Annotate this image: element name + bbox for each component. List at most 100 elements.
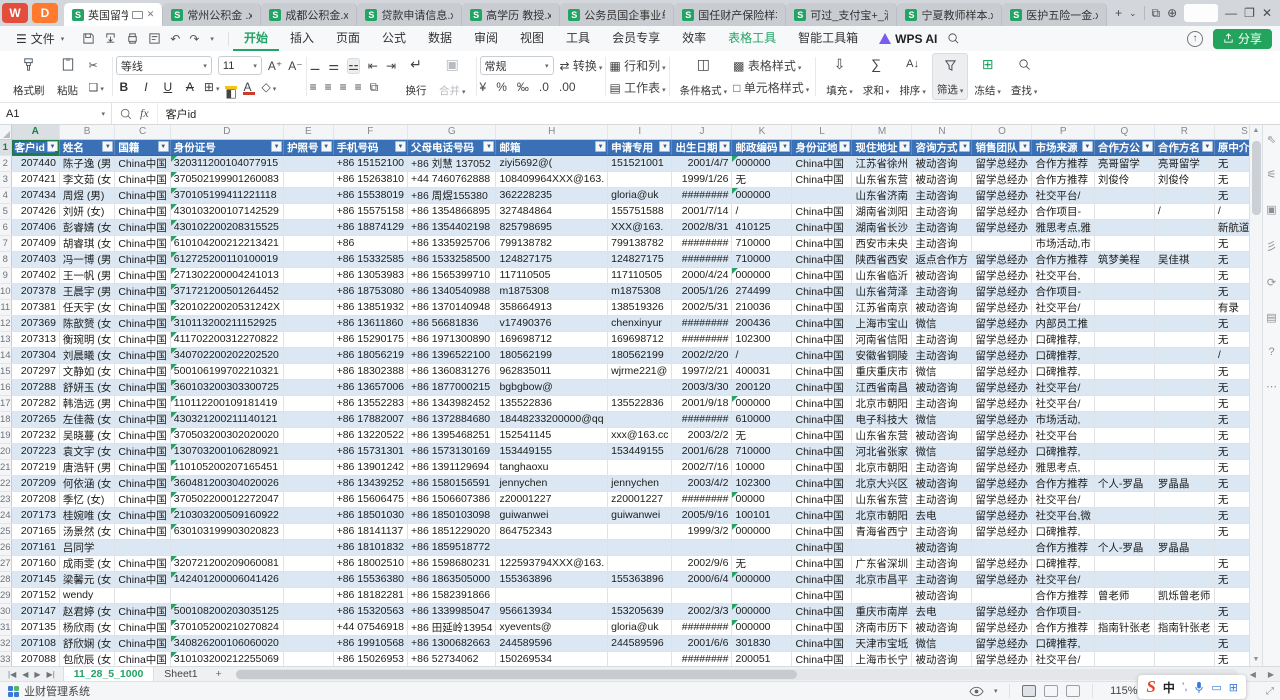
menu-item[interactable]: 审阅 — [463, 26, 509, 51]
cell[interactable] — [1154, 235, 1214, 251]
cell[interactable]: 留学总经办 — [972, 651, 1032, 666]
cell[interactable]: 合作方推荐 — [1032, 539, 1094, 555]
cell[interactable]: 1999/3/2 — [672, 523, 732, 539]
scroll-up-icon[interactable]: ▲ — [1253, 125, 1260, 137]
cell[interactable]: xyevents@ — [496, 619, 608, 635]
cell[interactable]: +86 1300682663 — [408, 635, 496, 651]
cell[interactable]: 207313 — [11, 331, 59, 347]
cell[interactable]: z20001227 — [496, 491, 608, 507]
cell[interactable]: 内部员工推 — [1032, 315, 1094, 331]
cell[interactable]: chenxinyur — [608, 315, 672, 331]
cell[interactable]: 指南针张老 — [1154, 619, 1214, 635]
column-header-L[interactable]: L — [792, 125, 852, 139]
align-left-icon[interactable]: ≡ — [310, 80, 317, 94]
cell[interactable]: 王一帆 (男 — [59, 267, 114, 283]
cell[interactable]: ######## — [672, 235, 732, 251]
cell[interactable] — [284, 459, 334, 475]
column-header-I[interactable]: I — [608, 125, 672, 139]
file-tab[interactable]: S医护五险一金.xlsx — [1002, 3, 1107, 26]
freeze-button[interactable]: ⊞冻结▾ — [970, 53, 1005, 100]
cell[interactable]: 153449155 — [608, 443, 672, 459]
cell[interactable]: 无 — [1214, 651, 1249, 666]
cell[interactable]: China中国 — [115, 651, 170, 666]
column-header-P[interactable]: P — [1032, 125, 1094, 139]
column-header-H[interactable]: H — [496, 125, 608, 139]
cell[interactable]: 000000 — [732, 395, 792, 411]
cell[interactable] — [284, 299, 334, 315]
fill-color-button[interactable]: ◧ — [225, 86, 237, 89]
page-break-view-button[interactable] — [1066, 685, 1080, 697]
account-chip[interactable] — [1184, 4, 1218, 22]
cell[interactable]: China中国 — [792, 155, 852, 171]
menu-item[interactable]: 工具 — [555, 26, 601, 51]
cell[interactable]: China中国 — [792, 651, 852, 666]
cell[interactable]: China中国 — [792, 443, 852, 459]
cell[interactable]: 西安市未央 — [852, 235, 912, 251]
cell[interactable]: 主动咨询 — [912, 395, 972, 411]
cell[interactable] — [608, 555, 672, 571]
cell[interactable]: China中国 — [792, 427, 852, 443]
menu-item[interactable]: 公式 — [371, 26, 417, 51]
cell[interactable]: 370105200210270824 — [170, 619, 283, 635]
cell[interactable]: 207406 — [11, 219, 59, 235]
cell[interactable]: 370502200012272047 — [170, 491, 283, 507]
cell[interactable]: 000000 — [732, 619, 792, 635]
cell[interactable]: 000000 — [732, 187, 792, 203]
cell[interactable] — [284, 587, 334, 603]
cell[interactable] — [608, 587, 672, 603]
cell[interactable]: +86 1582391866 — [408, 587, 496, 603]
row-number[interactable]: 12 — [0, 315, 11, 331]
cell[interactable] — [284, 411, 334, 427]
cell[interactable]: 000000 — [732, 571, 792, 587]
cell[interactable]: 610000 — [732, 411, 792, 427]
cell[interactable] — [1154, 363, 1214, 379]
page-layout-view-button[interactable] — [1044, 685, 1058, 697]
cell[interactable]: 无 — [732, 555, 792, 571]
cell[interactable] — [284, 603, 334, 619]
align-middle-icon[interactable]: ⚌ — [328, 59, 339, 73]
cell[interactable]: 留学总经办 — [972, 171, 1032, 187]
cell[interactable]: 155363896 — [496, 571, 608, 587]
cell[interactable]: 340826200106060020 — [170, 635, 283, 651]
cell[interactable]: 留学总经办 — [972, 443, 1032, 459]
row-number[interactable]: 4 — [0, 187, 11, 203]
menu-item[interactable]: 效率 — [671, 26, 717, 51]
cell[interactable]: 冯一博 (男 — [59, 251, 114, 267]
cell[interactable]: 合作方推荐 — [1032, 155, 1094, 171]
cell[interactable]: 新航道 — [1214, 219, 1249, 235]
column-header-G[interactable]: G — [408, 125, 496, 139]
cell[interactable]: 无 — [1214, 635, 1249, 651]
cell[interactable]: 327484864 — [496, 203, 608, 219]
cell[interactable]: 207108 — [11, 635, 59, 651]
cell[interactable]: 江苏省徐州 — [852, 155, 912, 171]
cell[interactable] — [1094, 331, 1154, 347]
cell[interactable]: +86 1850103098 — [408, 507, 496, 523]
cell[interactable]: 主动咨询 — [912, 571, 972, 587]
file-tab[interactable]: S英国留学生✕ — [64, 3, 163, 26]
row-number[interactable]: 3 — [0, 171, 11, 187]
cell[interactable]: 2003/3/30 — [672, 379, 732, 395]
cell[interactable]: +86 18182281 — [333, 587, 407, 603]
cell[interactable]: +86 13220522 — [333, 427, 407, 443]
cell[interactable]: +86 18002510 — [333, 555, 407, 571]
layout-icon[interactable]: ▤ — [1266, 311, 1276, 324]
cell[interactable]: +86 1372884680 — [408, 411, 496, 427]
cell[interactable]: 北京大兴区 — [852, 475, 912, 491]
close-button[interactable]: ✕ — [1262, 0, 1272, 26]
cell[interactable]: 主动咨询 — [912, 235, 972, 251]
properties-icon[interactable]: ⚟ — [1267, 168, 1277, 181]
cell[interactable]: 207282 — [11, 395, 59, 411]
cell[interactable] — [284, 219, 334, 235]
cell[interactable]: 陈歆赟 (女 — [59, 315, 114, 331]
cell[interactable]: 留学总经办 — [972, 283, 1032, 299]
cell[interactable]: China中国 — [115, 331, 170, 347]
cell[interactable] — [1094, 443, 1154, 459]
cell[interactable]: China中国 — [792, 475, 852, 491]
cell[interactable] — [284, 507, 334, 523]
cell[interactable]: 山东省东营 — [852, 171, 912, 187]
cell[interactable]: 留学总经办 — [972, 507, 1032, 523]
cell[interactable] — [1154, 379, 1214, 395]
cell[interactable]: 山东省东营 — [852, 491, 912, 507]
cell[interactable]: ziyi5692@( — [496, 155, 608, 171]
row-number[interactable]: 6 — [0, 219, 11, 235]
